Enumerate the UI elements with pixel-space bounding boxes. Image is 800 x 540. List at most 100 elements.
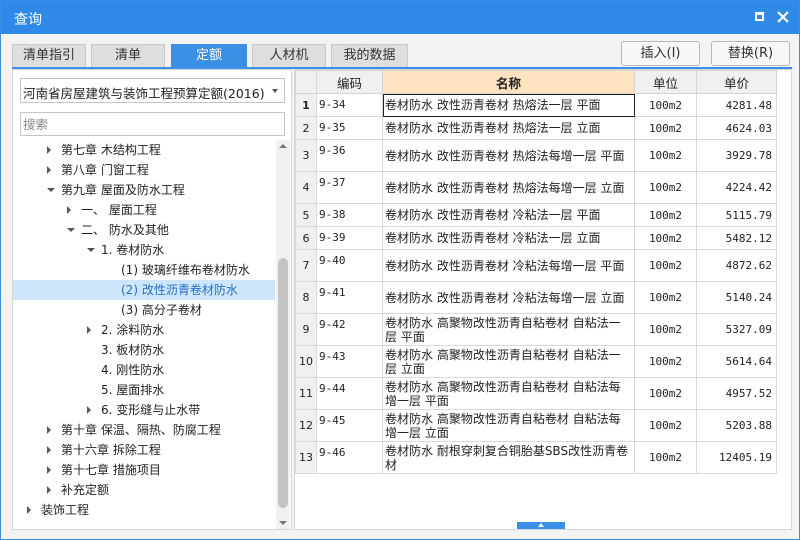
quota-unit[interactable]: 100m2	[634, 281, 697, 314]
expand-arrow-right-icon[interactable]	[47, 146, 51, 154]
table-row[interactable]: 7 9-40 卷材防水 改性沥青卷材 冷粘法每增一层 平面 100m2 4872.62	[295, 249, 777, 282]
table-row[interactable]: 12 9-45 卷材防水 高聚物改性沥青自粘卷材 自粘法每增一层 立面 100m2 52…	[295, 409, 777, 442]
quota-unit[interactable]: 100m2	[634, 203, 697, 227]
row-number[interactable]: 12	[295, 409, 317, 442]
quota-code[interactable]: 9-35	[316, 116, 383, 140]
header-code[interactable]: 编码	[316, 70, 383, 94]
row-number[interactable]: 11	[295, 377, 317, 410]
replace-button[interactable]: 替换(R)	[711, 41, 790, 66]
quota-code[interactable]: 9-44	[316, 377, 383, 410]
quota-name[interactable]: 卷材防水 改性沥青卷材 热熔法一层 立面	[382, 116, 635, 140]
quota-name[interactable]: 卷材防水 高聚物改性沥青自粘卷材 自粘法一层 平面	[382, 313, 635, 346]
quota-code[interactable]: 9-42	[316, 313, 383, 346]
tree-item[interactable]: 6. 变形缝与止水带	[13, 400, 275, 420]
quota-unit[interactable]: 100m2	[634, 116, 697, 140]
expand-arrow-right-icon[interactable]	[27, 506, 31, 514]
row-number[interactable]: 3	[295, 139, 317, 172]
quota-name[interactable]: 卷材防水 改性沥青卷材 热熔法每增一层 平面	[382, 139, 635, 172]
row-number[interactable]: 13	[295, 441, 317, 474]
title-bar[interactable]: 查询	[1, 1, 799, 34]
table-row[interactable]: 2 9-35 卷材防水 改性沥青卷材 热熔法一层 立面 100m2 4624.03	[295, 116, 777, 140]
quota-library-select[interactable]: 河南省房屋建筑与装饰工程预算定额(2016)	[20, 78, 285, 103]
quota-name[interactable]: 卷材防水 改性沥青卷材 冷粘法一层 立面	[382, 226, 635, 250]
table-row[interactable]: 8 9-41 卷材防水 改性沥青卷材 冷粘法每增一层 立面 100m2 5140.24	[295, 281, 777, 314]
tree-item[interactable]: 第八章 门窗工程	[13, 160, 275, 180]
tree-item[interactable]: 第十七章 措施项目	[13, 460, 275, 480]
tree-item[interactable]: 1. 卷材防水	[13, 240, 275, 260]
quota-price[interactable]: 5203.88	[696, 409, 777, 442]
header-unit[interactable]: 单位	[634, 70, 697, 94]
tree-item[interactable]: 第九章 屋面及防水工程	[13, 180, 275, 200]
expand-arrow-right-icon[interactable]	[87, 406, 91, 414]
quota-price[interactable]: 4624.03	[696, 116, 777, 140]
quota-price[interactable]: 5614.64	[696, 345, 777, 378]
tree-item[interactable]: (1) 玻璃纤维布卷材防水	[13, 260, 275, 280]
quota-name[interactable]: 卷材防水 高聚物改性沥青自粘卷材 自粘法一层 立面	[382, 345, 635, 378]
tree-item[interactable]: 装饰工程	[13, 500, 275, 520]
quota-price[interactable]: 4224.42	[696, 171, 777, 204]
quota-code[interactable]: 9-34	[316, 93, 383, 117]
expand-arrow-right-icon[interactable]	[47, 446, 51, 454]
table-row[interactable]: 11 9-44 卷材防水 高聚物改性沥青自粘卷材 自粘法每增一层 平面 100m2 49…	[295, 377, 777, 410]
quota-code[interactable]: 9-39	[316, 226, 383, 250]
quota-unit[interactable]: 100m2	[634, 139, 697, 172]
tree-item[interactable]: (2) 改性沥青卷材防水	[13, 280, 275, 300]
quota-name[interactable]: 卷材防水 改性沥青卷材 冷粘法一层 平面	[382, 203, 635, 227]
quota-code[interactable]: 9-46	[316, 441, 383, 474]
quota-unit[interactable]: 100m2	[634, 409, 697, 442]
quota-price[interactable]: 12405.19	[696, 441, 777, 474]
header-name[interactable]: 名称	[382, 70, 635, 94]
row-number[interactable]: 1	[295, 93, 317, 117]
tab-my-data[interactable]: 我的数据	[331, 44, 408, 68]
tree-item[interactable]: 4. 刚性防水	[13, 360, 275, 380]
row-number[interactable]: 9	[295, 313, 317, 346]
tab-quota[interactable]: 定额	[171, 44, 247, 68]
expand-arrow-down-icon[interactable]	[47, 188, 55, 192]
maximize-button[interactable]	[750, 7, 770, 27]
quota-unit[interactable]: 100m2	[634, 249, 697, 282]
panel-splitter-handle[interactable]	[517, 522, 565, 529]
tree-item[interactable]: 补充定额	[13, 480, 275, 500]
expand-arrow-down-icon[interactable]	[67, 228, 75, 232]
quota-code[interactable]: 9-41	[316, 281, 383, 314]
table-row[interactable]: 13 9-46 卷材防水 耐根穿刺复合铜胎基SBS改性沥青卷材 100m2 12405.…	[295, 441, 777, 474]
quota-price[interactable]: 3929.78	[696, 139, 777, 172]
quota-price[interactable]: 4872.62	[696, 249, 777, 282]
close-button[interactable]	[773, 7, 793, 27]
tree-item[interactable]: 第十章 保温、隔热、防腐工程	[13, 420, 275, 440]
quota-unit[interactable]: 100m2	[634, 226, 697, 250]
quota-unit[interactable]: 100m2	[634, 345, 697, 378]
quota-price[interactable]: 5327.09	[696, 313, 777, 346]
quota-price[interactable]: 5140.24	[696, 281, 777, 314]
tab-bill[interactable]: 清单	[91, 44, 165, 68]
tree-item[interactable]: (3) 高分子卷材	[13, 300, 275, 320]
quota-name[interactable]: 卷材防水 高聚物改性沥青自粘卷材 自粘法每增一层 立面	[382, 409, 635, 442]
row-number[interactable]: 8	[295, 281, 317, 314]
table-row[interactable]: 3 9-36 卷材防水 改性沥青卷材 热熔法每增一层 平面 100m2 3929.78	[295, 139, 777, 172]
expand-arrow-right-icon[interactable]	[47, 466, 51, 474]
expand-arrow-right-icon[interactable]	[47, 486, 51, 494]
quota-name[interactable]: 卷材防水 耐根穿刺复合铜胎基SBS改性沥青卷材	[382, 441, 635, 474]
expand-arrow-right-icon[interactable]	[87, 326, 91, 334]
quota-unit[interactable]: 100m2	[634, 171, 697, 204]
row-number[interactable]: 5	[295, 203, 317, 227]
table-row[interactable]: 10 9-43 卷材防水 高聚物改性沥青自粘卷材 自粘法一层 立面 100m2 5614…	[295, 345, 777, 378]
quota-name[interactable]: 卷材防水 改性沥青卷材 热熔法每增一层 立面	[382, 171, 635, 204]
quota-code[interactable]: 9-45	[316, 409, 383, 442]
row-number[interactable]: 7	[295, 249, 317, 282]
table-row[interactable]: 6 9-39 卷材防水 改性沥青卷材 冷粘法一层 立面 100m2 5482.12	[295, 226, 777, 250]
quota-unit[interactable]: 100m2	[634, 377, 697, 410]
scroll-up-icon[interactable]	[279, 144, 287, 148]
quota-code[interactable]: 9-38	[316, 203, 383, 227]
quota-name[interactable]: 卷材防水 改性沥青卷材 冷粘法每增一层 立面	[382, 281, 635, 314]
tab-bill-guide[interactable]: 清单指引	[12, 44, 86, 68]
table-row[interactable]: 4 9-37 卷材防水 改性沥青卷材 热熔法每增一层 立面 100m2 4224.42	[295, 171, 777, 204]
tree-item[interactable]: 5. 屋面排水	[13, 380, 275, 400]
quota-code[interactable]: 9-37	[316, 171, 383, 204]
expand-arrow-right-icon[interactable]	[47, 166, 51, 174]
tree-scrollbar[interactable]	[276, 140, 290, 529]
quota-price[interactable]: 4957.52	[696, 377, 777, 410]
quota-unit[interactable]: 100m2	[634, 93, 697, 117]
quota-name[interactable]: 卷材防水 高聚物改性沥青自粘卷材 自粘法每增一层 平面	[382, 377, 635, 410]
row-number[interactable]: 4	[295, 171, 317, 204]
